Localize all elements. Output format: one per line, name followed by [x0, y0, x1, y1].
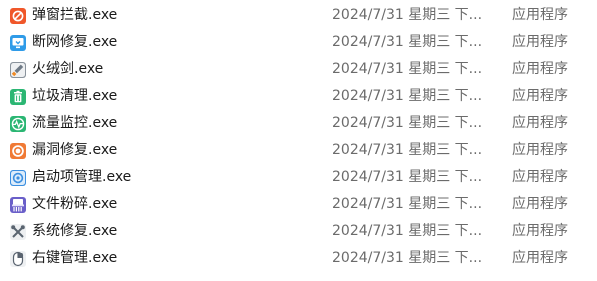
file-type: 应用程序: [512, 142, 568, 158]
file-type: 应用程序: [512, 223, 568, 239]
file-row-traffic-monitor[interactable]: 流量监控.exe 2024/7/31 星期三 下... 应用程序: [0, 110, 597, 137]
file-type: 应用程序: [512, 7, 568, 23]
file-type: 应用程序: [512, 169, 568, 185]
file-type: 应用程序: [512, 61, 568, 77]
file-name: 断网修复.exe: [32, 34, 118, 50]
file-row-file-shredder[interactable]: 文件粉碎.exe 2024/7/31 星期三 下... 应用程序: [0, 191, 597, 218]
popup-block-icon: [9, 7, 27, 25]
file-row-startup-manager[interactable]: 启动项管理.exe 2024/7/31 星期三 下... 应用程序: [0, 164, 597, 191]
file-type: 应用程序: [512, 88, 568, 104]
file-type: 应用程序: [512, 34, 568, 50]
file-modified-date: 2024/7/31 星期三 下...: [332, 7, 483, 23]
file-modified-date: 2024/7/31 星期三 下...: [332, 88, 483, 104]
network-repair-icon: [9, 34, 27, 52]
file-name: 启动项管理.exe: [32, 169, 132, 185]
file-modified-date: 2024/7/31 星期三 下...: [332, 169, 483, 185]
file-shredder-icon: [9, 196, 27, 214]
file-type: 应用程序: [512, 250, 568, 266]
file-modified-date: 2024/7/31 星期三 下...: [332, 34, 483, 50]
file-row-context-menu-manager[interactable]: 右键管理.exe 2024/7/31 星期三 下... 应用程序: [0, 245, 597, 272]
file-row-system-repair[interactable]: 系统修复.exe 2024/7/31 星期三 下... 应用程序: [0, 218, 597, 245]
file-row-popup-block[interactable]: 弹窗拦截.exe 2024/7/31 星期三 下... 应用程序: [0, 2, 597, 29]
file-row-vulnerability-repair[interactable]: 漏洞修复.exe 2024/7/31 星期三 下... 应用程序: [0, 137, 597, 164]
file-row-huorong-sword[interactable]: 火绒剑.exe 2024/7/31 星期三 下... 应用程序: [0, 56, 597, 83]
file-name: 流量监控.exe: [32, 115, 118, 131]
context-menu-manager-icon: [9, 250, 27, 268]
file-name: 漏洞修复.exe: [32, 142, 118, 158]
file-name: 弹窗拦截.exe: [32, 7, 118, 23]
file-type: 应用程序: [512, 115, 568, 131]
file-name: 文件粉碎.exe: [32, 196, 118, 212]
startup-manager-icon: [9, 169, 27, 187]
file-list: 弹窗拦截.exe 2024/7/31 星期三 下... 应用程序 断网修复.ex…: [0, 2, 597, 272]
trash-clean-icon: [9, 88, 27, 106]
system-repair-icon: [9, 223, 27, 241]
huorong-sword-icon: [9, 61, 27, 79]
file-name: 系统修复.exe: [32, 223, 118, 239]
file-modified-date: 2024/7/31 星期三 下...: [332, 196, 483, 212]
vulnerability-repair-icon: [9, 142, 27, 160]
file-name: 火绒剑.exe: [32, 61, 104, 77]
file-modified-date: 2024/7/31 星期三 下...: [332, 250, 483, 266]
file-modified-date: 2024/7/31 星期三 下...: [332, 223, 483, 239]
file-modified-date: 2024/7/31 星期三 下...: [332, 142, 483, 158]
file-modified-date: 2024/7/31 星期三 下...: [332, 115, 483, 131]
traffic-monitor-icon: [9, 115, 27, 133]
file-name: 右键管理.exe: [32, 250, 118, 266]
file-type: 应用程序: [512, 196, 568, 212]
file-row-trash-clean[interactable]: 垃圾清理.exe 2024/7/31 星期三 下... 应用程序: [0, 83, 597, 110]
file-name: 垃圾清理.exe: [32, 88, 118, 104]
file-row-network-repair[interactable]: 断网修复.exe 2024/7/31 星期三 下... 应用程序: [0, 29, 597, 56]
file-modified-date: 2024/7/31 星期三 下...: [332, 61, 483, 77]
